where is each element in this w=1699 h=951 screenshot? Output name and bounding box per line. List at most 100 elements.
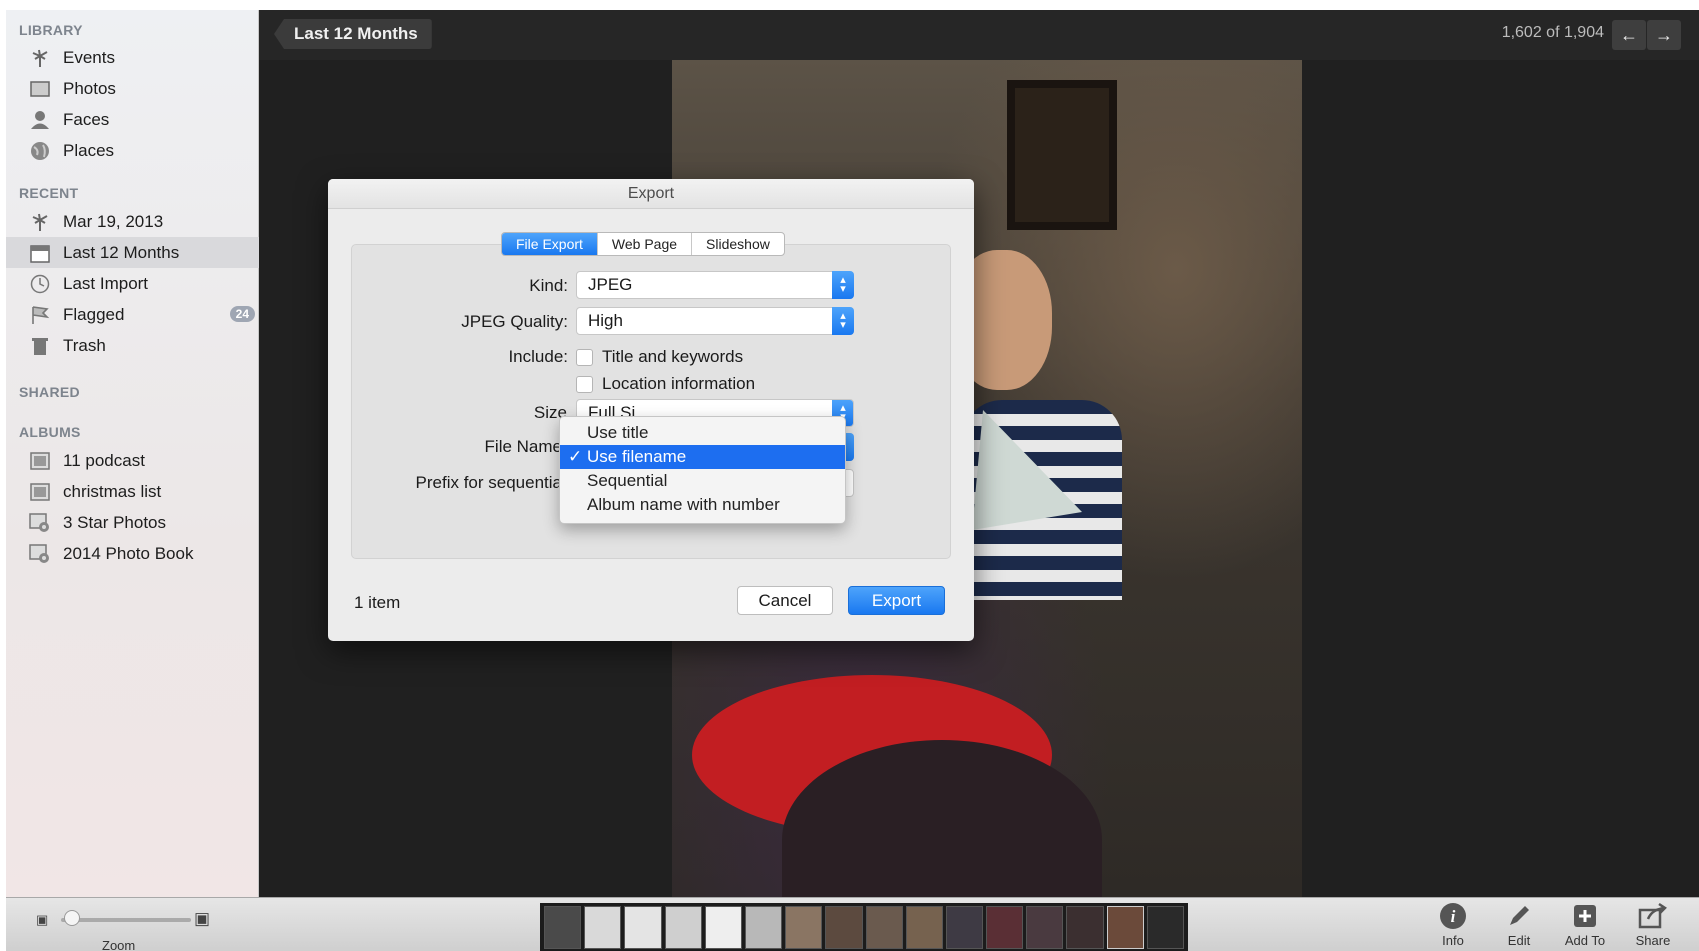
tool-label: Share [1635, 933, 1671, 948]
sidebar-item-flagged[interactable]: Flagged 24 [6, 299, 259, 330]
jpeg-quality-value: High [588, 311, 623, 330]
sidebar-item-label: 11 podcast [63, 450, 145, 470]
filmstrip-thumbnail[interactable] [865, 906, 903, 949]
edit-button[interactable]: Edit [1489, 902, 1549, 950]
tab-slideshow[interactable]: Slideshow [692, 233, 784, 255]
palm-tree-icon [29, 211, 51, 233]
sidebar-item-last-12-months[interactable]: Last 12 Months [6, 237, 259, 268]
filmstrip-thumbnail[interactable] [1026, 906, 1064, 949]
flag-icon [29, 304, 51, 326]
share-button[interactable]: Share [1623, 902, 1683, 950]
tool-label: Edit [1507, 933, 1531, 948]
sidebar-item-photos[interactable]: Photos [6, 73, 259, 104]
calendar-icon [29, 242, 51, 264]
sidebar-item-trash[interactable]: Trash [6, 330, 259, 361]
menu-item-use-title[interactable]: Use title [560, 421, 845, 445]
sidebar-item-label: Flagged [63, 304, 125, 324]
add-to-button[interactable]: Add To [1555, 902, 1615, 950]
export-dialog: Export File Export Web Page Slideshow Ki… [328, 179, 974, 641]
plus-icon [1555, 902, 1615, 932]
photo-counter: 1,602 of 1,904 [1501, 24, 1604, 41]
sidebar-item-places[interactable]: Places [6, 135, 259, 166]
zoom-out-icon[interactable]: ▣ [36, 912, 48, 928]
trash-icon [29, 335, 51, 357]
sidebar-item-events[interactable]: Events [6, 42, 259, 73]
filmstrip-thumbnail[interactable] [1146, 906, 1184, 949]
sidebar-item-label: Last Import [63, 273, 149, 293]
filmstrip-thumbnail[interactable] [1066, 906, 1104, 949]
filmstrip[interactable] [540, 903, 1188, 951]
title-keywords-checkbox-row[interactable]: Title and keywords [576, 347, 743, 367]
menu-item-sequential[interactable]: Sequential [560, 469, 845, 493]
sidebar-item-2014-photo-book[interactable]: 2014 Photo Book [6, 538, 259, 569]
filmstrip-thumbnail[interactable] [785, 906, 823, 949]
export-type-tabs: File Export Web Page Slideshow [501, 232, 785, 256]
previous-photo-button[interactable]: ← [1612, 20, 1646, 50]
filmstrip-thumbnail[interactable] [825, 906, 863, 949]
kind-label: Kind: [529, 276, 568, 295]
menu-item-label: Use filename [587, 447, 687, 466]
filmstrip-thumbnail[interactable] [624, 906, 662, 949]
prefix-label: Prefix for sequentia [415, 473, 562, 492]
menu-item-use-filename[interactable]: ✓ Use filename [560, 445, 845, 469]
sidebar-item-mar-19-2013[interactable]: Mar 19, 2013 [6, 206, 259, 237]
sidebar-item-last-import[interactable]: Last Import [6, 268, 259, 299]
sidebar-item-faces[interactable]: Faces [6, 104, 259, 135]
filmstrip-thumbnail[interactable] [584, 906, 622, 949]
sidebar-item-label: christmas list [63, 481, 162, 501]
filmstrip-thumbnail[interactable] [664, 906, 702, 949]
checkbox-label: Location information [602, 374, 756, 393]
palm-tree-icon [29, 47, 51, 69]
next-photo-button[interactable]: → [1647, 20, 1681, 50]
export-button[interactable]: Export [848, 586, 945, 615]
photo-detail-frame [1007, 80, 1117, 230]
cancel-button[interactable]: Cancel [737, 586, 833, 615]
tool-label: Info [1442, 933, 1464, 948]
sidebar-item-label: 2014 Photo Book [63, 543, 194, 563]
section-library: LIBRARY [19, 22, 83, 38]
jpeg-quality-select[interactable]: High ▴ ▾ [576, 307, 854, 335]
chevron-updown-icon: ▴▾ [832, 307, 854, 335]
filmstrip-thumbnail[interactable] [905, 906, 943, 949]
zoom-slider-knob[interactable] [64, 910, 80, 926]
location-info-checkbox-row[interactable]: Location information [576, 374, 755, 394]
filmstrip-thumbnail[interactable] [945, 906, 984, 949]
person-icon [29, 109, 51, 131]
filmstrip-thumbnail[interactable] [744, 906, 783, 949]
sidebar-item-label: Mar 19, 2013 [63, 211, 164, 231]
filmstrip-thumbnail[interactable] [544, 906, 582, 949]
filmstrip-thumbnail-current[interactable] [1106, 906, 1144, 949]
svg-text:i: i [1451, 907, 1456, 926]
sidebar-item-3-star-photos[interactable]: 3 Star Photos [6, 507, 259, 538]
menu-item-album-name-with-number[interactable]: Album name with number [560, 493, 845, 517]
sidebar-item-label: Trash [63, 335, 106, 355]
filmstrip-thumbnail[interactable] [704, 906, 742, 949]
tab-file-export[interactable]: File Export [502, 233, 598, 255]
smart-album-icon [29, 543, 51, 565]
chevron-updown-icon: ▴▾ [832, 271, 854, 299]
pencil-icon [1489, 902, 1549, 932]
dialog-title: Export [328, 179, 974, 209]
info-button[interactable]: i Info [1423, 902, 1483, 950]
sidebar-item-label: Photos [63, 78, 116, 98]
smart-album-icon [29, 512, 51, 534]
filmstrip-thumbnail[interactable] [986, 906, 1024, 949]
sidebar-item-christmas-list[interactable]: christmas list [6, 476, 259, 507]
sidebar-item-11-podcast[interactable]: 11 podcast [6, 445, 259, 476]
zoom-in-icon[interactable]: ▣ [194, 909, 210, 929]
info-icon: i [1423, 902, 1483, 932]
arrow-right-icon: → [1655, 24, 1673, 45]
zoom-slider[interactable] [61, 918, 191, 922]
iphoto-window: LIBRARY Events Photos Faces Places RECEN… [6, 10, 1699, 951]
location-info-checkbox[interactable] [576, 375, 593, 393]
arrow-left-icon: ← [1620, 24, 1638, 45]
title-keywords-checkbox[interactable] [576, 348, 593, 366]
kind-select[interactable]: JPEG ▴ ▾ [576, 271, 854, 299]
sidebar: LIBRARY Events Photos Faces Places RECEN… [6, 10, 259, 897]
share-icon [1623, 902, 1683, 932]
sidebar-item-label: Events [63, 47, 115, 67]
tab-web-page[interactable]: Web Page [598, 233, 693, 255]
sidebar-item-label: Last 12 Months [63, 242, 180, 262]
tool-label: Add To [1564, 933, 1606, 948]
breadcrumb-back-button[interactable]: Last 12 Months [274, 19, 432, 49]
